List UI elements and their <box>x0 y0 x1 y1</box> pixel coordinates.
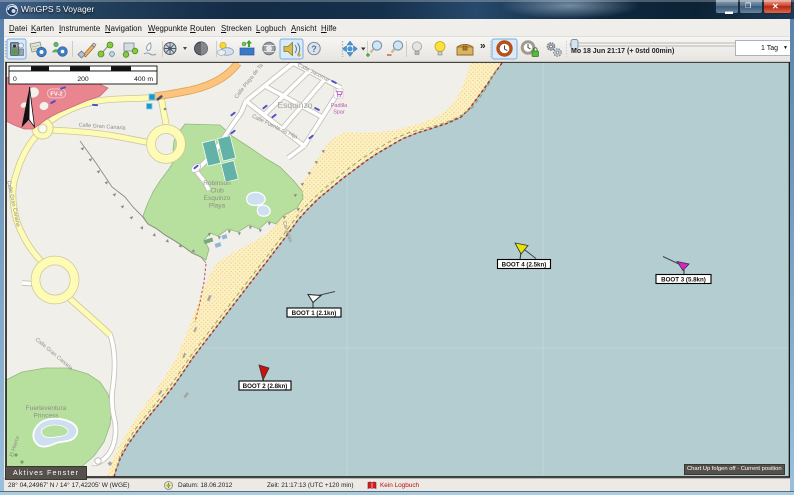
svg-text:200: 200 <box>77 76 89 83</box>
svg-text:0: 0 <box>13 76 17 83</box>
svg-text:Esquinzo: Esquinzo <box>278 100 313 110</box>
svg-text:Esquinzo: Esquinzo <box>204 195 231 202</box>
svg-text:FV-2: FV-2 <box>50 91 62 97</box>
svg-text:Club: Club <box>210 188 224 195</box>
svg-text:BOOT 1 (2.1kn): BOOT 1 (2.1kn) <box>292 310 337 317</box>
svg-text:Padilla: Padilla <box>331 103 348 109</box>
svg-text:BOOT 4 (2.5kn): BOOT 4 (2.5kn) <box>502 261 547 268</box>
svg-text:Playa: Playa <box>209 203 226 210</box>
svg-text:BOOT 3 (5.8kn): BOOT 3 (5.8kn) <box>661 276 706 283</box>
svg-text:Fuerteventura: Fuerteventura <box>26 405 67 412</box>
svg-text:Princess: Princess <box>34 413 60 420</box>
svg-text:Spar: Spar <box>333 110 345 116</box>
svg-text:»: » <box>480 41 486 52</box>
svg-text:400 m: 400 m <box>134 76 153 83</box>
svg-text:BOOT 2 (2.8kn): BOOT 2 (2.8kn) <box>243 383 288 390</box>
svg-text:?: ? <box>311 44 317 54</box>
svg-text:Robinson: Robinson <box>203 180 231 187</box>
